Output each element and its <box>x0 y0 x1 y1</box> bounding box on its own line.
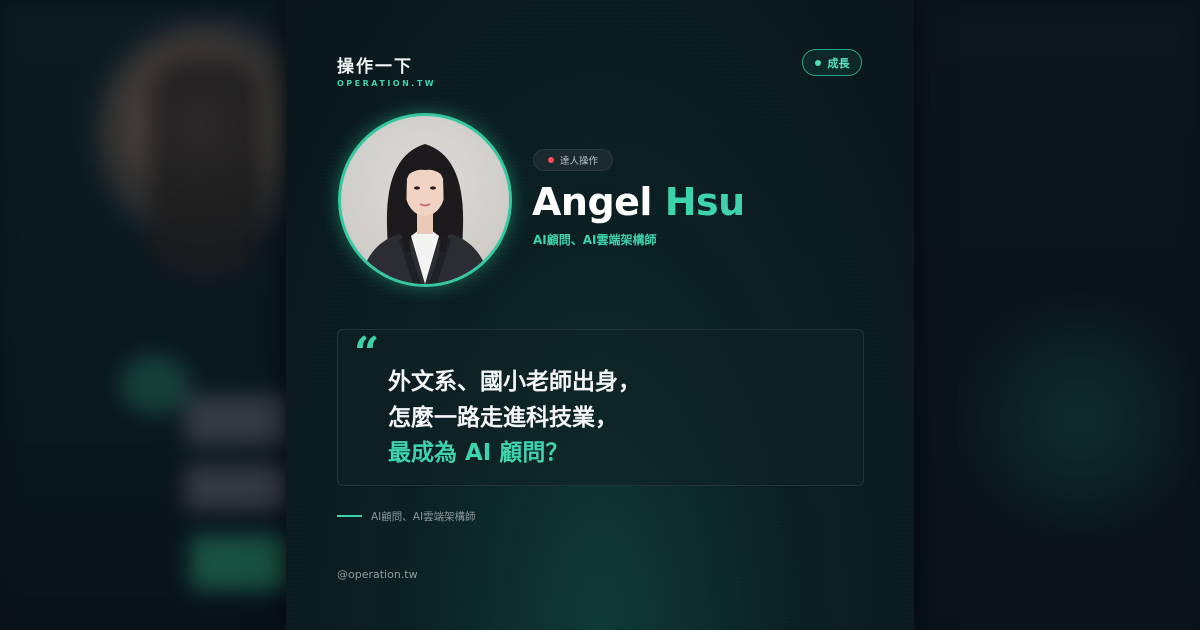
role-badge: 達人操作 <box>533 149 613 171</box>
person-name: Angel Hsu <box>532 180 745 224</box>
blurred-background-left <box>0 0 290 630</box>
quote-box: “ 外文系、國小老師出身， 怎麼一路走進科技業， 最成為 AI 顧問？ <box>337 329 864 486</box>
blurred-glow <box>950 300 1200 540</box>
quote-line: 怎麼一路走進科技業， <box>388 405 618 431</box>
blurred-text-block <box>185 465 290 510</box>
live-dot-icon <box>547 157 554 163</box>
blurred-background-right <box>910 0 1200 630</box>
category-tag-label: 成長 <box>827 56 850 70</box>
social-handle: @operation.tw <box>337 568 418 581</box>
role-badge-label: 達人操作 <box>559 156 598 167</box>
footer-divider <box>337 515 362 517</box>
portrait-photo-icon <box>359 144 491 284</box>
tag-dot-icon <box>814 59 821 66</box>
person-first-name: Angel <box>532 180 652 224</box>
person-title: AI顧問、AI雲端架構師 <box>533 233 657 247</box>
category-tag: 成長 <box>802 49 862 76</box>
quote-mark-icon: “ <box>354 328 380 379</box>
article-card: 操作一下 OPERATION.TW 成長 達人操作 Angel Hsu AI顧問… <box>286 0 914 630</box>
share-image: 操作一下 OPERATION.TW 成長 達人操作 Angel Hsu AI顧問… <box>0 0 1200 630</box>
blurred-text-block <box>185 395 290 445</box>
blurred-accent-text-block <box>190 535 290 590</box>
brand-subtitle: OPERATION.TW <box>337 79 437 88</box>
blurred-hair-shape <box>150 60 260 280</box>
person-last-name: Hsu <box>664 180 745 224</box>
quote-line: 外文系、國小老師出身， <box>388 369 641 395</box>
avatar <box>338 113 512 287</box>
quote-highlight-line: 最成為 AI 顧問？ <box>388 440 569 466</box>
brand-title: 操作一下 <box>337 57 413 77</box>
blurred-accent-shape <box>120 355 190 415</box>
footer-caption: AI顧問、AI雲端架構師 <box>371 511 476 523</box>
